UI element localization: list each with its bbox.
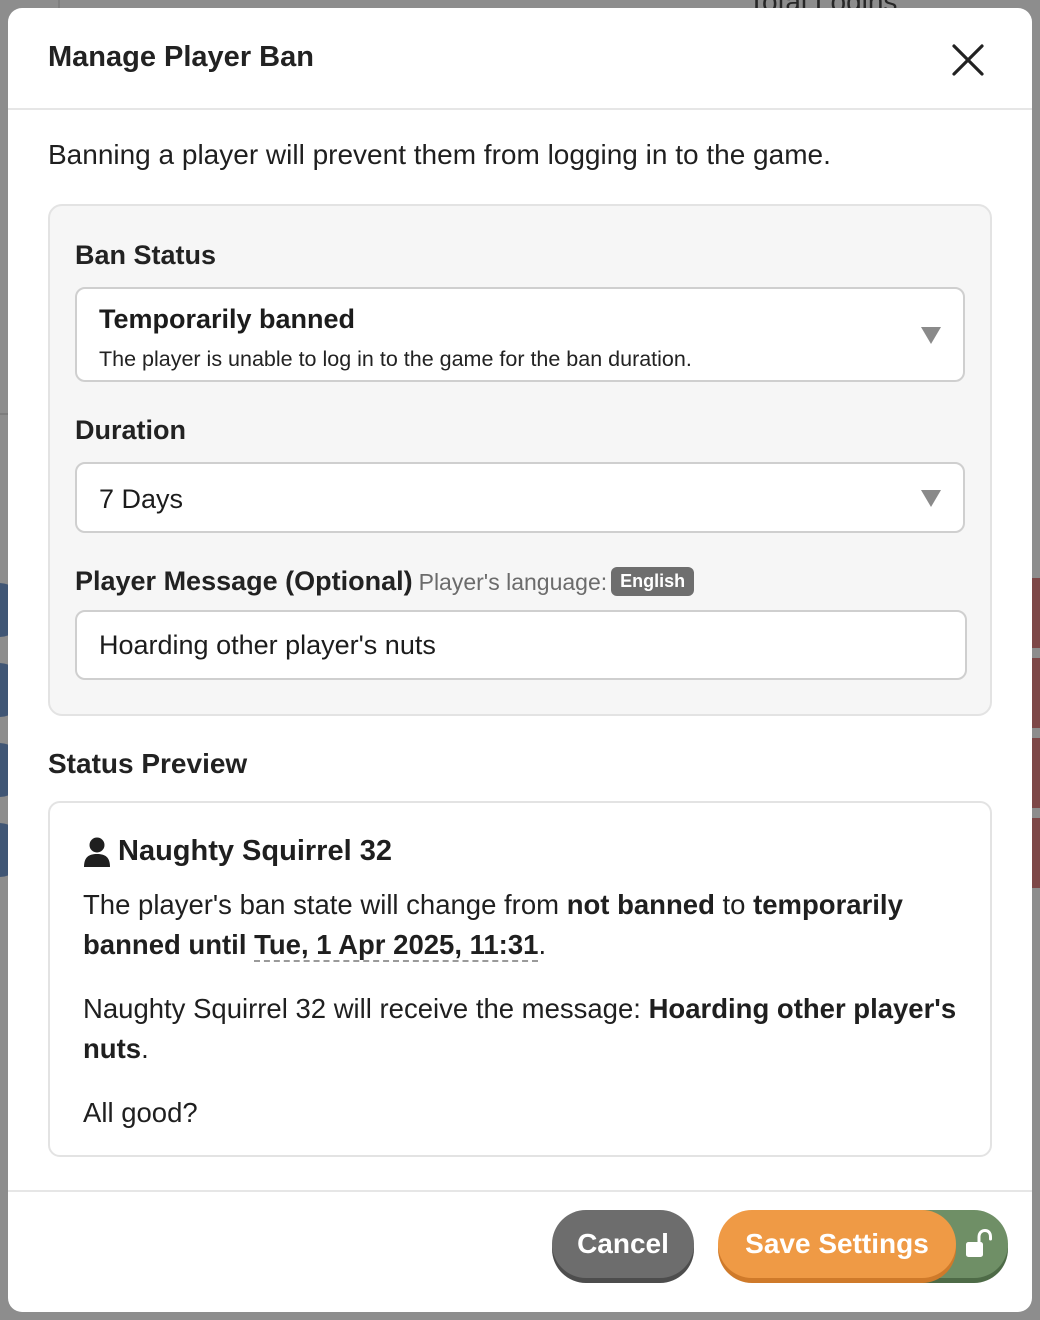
ban-status-label: Ban Status: [75, 240, 217, 270]
preview-line2-prefix: Naughty Squirrel 32 will receive the mes…: [83, 993, 649, 1024]
preview-line2-end: .: [141, 1033, 149, 1064]
chevron-down-icon: [921, 490, 941, 507]
chevron-down-icon: [921, 327, 941, 344]
status-preview-panel: Naughty Squirrel 32 The player's ban sta…: [48, 801, 992, 1157]
duration-select[interactable]: 7 Days: [75, 462, 965, 533]
preview-line1-end: .: [538, 929, 547, 960]
duration-label: Duration: [75, 415, 186, 445]
ban-form-panel: Ban Status Temporarily banned The player…: [48, 204, 992, 716]
preview-message-text: Naughty Squirrel 32 will receive the mes…: [83, 989, 963, 1069]
modal-title: Manage Player Ban: [48, 41, 314, 73]
modal-footer: Cancel Save Settings: [8, 1190, 1032, 1312]
unlock-icon: [966, 1229, 992, 1257]
player-message-input[interactable]: [75, 610, 967, 680]
preview-ban-change-text: The player's ban state will change from …: [83, 885, 963, 965]
duration-selected-value: 7 Days: [99, 484, 184, 514]
preview-ban-until-date: Tue, 1 Apr 2025, 11:31: [254, 929, 539, 962]
preview-from-state: not banned: [566, 889, 715, 920]
close-icon: [952, 44, 984, 76]
ban-modal: Manage Player Ban Banning a player will …: [8, 8, 1032, 1312]
ban-status-select[interactable]: Temporarily banned The player is unable …: [75, 287, 965, 382]
cancel-button[interactable]: Cancel: [552, 1210, 694, 1278]
close-button[interactable]: [948, 40, 988, 80]
modal-header: Manage Player Ban: [8, 8, 1032, 110]
modal-intro: Banning a player will prevent them from …: [48, 139, 831, 170]
preview-player-row: Naughty Squirrel 32: [83, 835, 392, 868]
language-hint: Player's language:: [418, 569, 608, 595]
status-preview-heading: Status Preview: [48, 748, 248, 779]
user-icon: [84, 837, 110, 867]
language-badge: English: [611, 567, 695, 596]
preview-confirm-text: All good?: [83, 1097, 198, 1128]
preview-line1-prefix: The player's ban state will change from: [83, 889, 567, 920]
preview-to-word: to: [714, 889, 754, 920]
player-message-label: Player Message (Optional) Player's langua…: [75, 566, 695, 597]
save-settings-button[interactable]: Save Settings: [718, 1210, 956, 1278]
preview-player-name: Naughty Squirrel 32: [118, 835, 392, 867]
ban-status-selected-description: The player is unable to log in to the ga…: [99, 347, 692, 371]
ban-status-selected-title: Temporarily banned: [99, 304, 356, 334]
player-message-label-text: Player Message (Optional): [75, 566, 413, 596]
save-button-group: Save Settings: [718, 1210, 1008, 1280]
